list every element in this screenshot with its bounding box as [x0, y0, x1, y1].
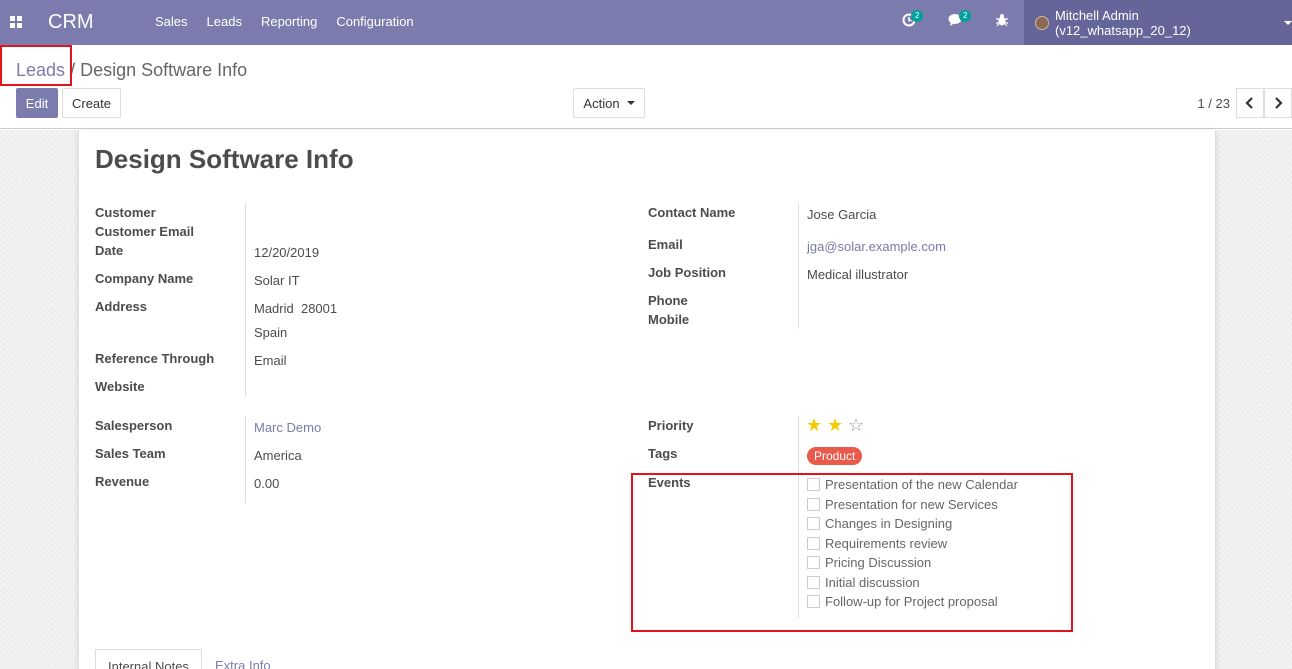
value-contact-name[interactable]: Jose Garcia [807, 207, 876, 222]
edit-button[interactable]: Edit [16, 88, 58, 118]
value-email-link[interactable]: jga@solar.example.com [807, 239, 946, 254]
messages-count-badge: 2 [959, 10, 972, 22]
label-website: Website [95, 379, 145, 394]
caret-down-icon [626, 101, 635, 105]
action-label: Action [583, 95, 620, 111]
menu-item-reporting[interactable]: Reporting [261, 14, 317, 29]
pager-next-button[interactable] [1264, 88, 1292, 118]
value-company-name[interactable]: Solar IT [254, 273, 300, 288]
label-sales-team: Sales Team [95, 446, 166, 461]
pager-previous-button[interactable] [1236, 88, 1264, 118]
label-reference-through: Reference Through [95, 351, 215, 366]
label-mobile: Mobile [648, 312, 690, 327]
label-contact-name: Contact Name [648, 205, 736, 220]
label-company-name: Company Name [95, 271, 194, 286]
highlight-box-events [631, 473, 1073, 632]
action-dropdown-button[interactable]: Action [573, 88, 645, 118]
avatar [1035, 15, 1049, 30]
label-address: Address [95, 299, 148, 314]
value-date[interactable]: 12/20/2019 [254, 245, 319, 260]
label-date: Date [95, 243, 124, 258]
value-revenue[interactable]: 0.00 [254, 476, 279, 491]
activity-count-badge: 2 [911, 10, 924, 22]
label-phone: Phone [648, 293, 688, 308]
label-job-position: Job Position [648, 265, 726, 280]
divider [245, 416, 246, 503]
tab-internal-notes[interactable]: Internal Notes [95, 649, 202, 669]
tag-badge[interactable]: Product [807, 447, 863, 465]
tab-extra-info[interactable]: Extra Info [203, 649, 283, 669]
divider [245, 203, 246, 396]
menu-item-sales[interactable]: Sales [155, 14, 188, 29]
chevron-down-icon [1284, 20, 1292, 25]
value-address-city[interactable]: Madrid 28001 [254, 301, 337, 316]
label-tags: Tags [648, 446, 678, 461]
value-reference-through[interactable]: Email [254, 353, 287, 368]
breadcrumb-current: Design Software Info [80, 60, 248, 80]
highlight-box-breadcrumb [0, 45, 72, 86]
label-revenue: Revenue [95, 474, 150, 489]
top-navbar: CRM Sales Leads Reporting Configuration … [0, 0, 1292, 45]
value-job-position[interactable]: Medical illustrator [807, 267, 908, 282]
priority-star-2-icon[interactable]: ★ [827, 415, 843, 435]
label-customer: Customer [95, 205, 156, 220]
app-brand[interactable]: CRM [48, 11, 94, 34]
main-menu: Sales Leads Reporting Configuration [155, 14, 433, 29]
activity-icon[interactable]: 2 [902, 10, 924, 30]
debug-bug-icon[interactable] [996, 13, 1008, 30]
divider [798, 203, 799, 329]
control-panel: Leads / Design Software Info Edit Create… [0, 45, 1292, 129]
value-sales-team[interactable]: America [254, 448, 302, 463]
menu-item-configuration[interactable]: Configuration [336, 14, 413, 29]
pager-value[interactable]: 1 / 23 [1197, 96, 1230, 111]
value-address-country[interactable]: Spain [254, 325, 287, 340]
record-title: Design Software Info [95, 144, 354, 174]
label-salesperson: Salesperson [95, 418, 173, 433]
priority-star-3-icon[interactable]: ☆ [848, 415, 864, 435]
apps-menu-icon[interactable] [10, 16, 22, 28]
priority-star-1-icon[interactable]: ★ [806, 415, 822, 435]
label-priority: Priority [648, 418, 694, 433]
label-customer-email: Customer Email [95, 224, 194, 239]
user-menu[interactable]: Mitchell Admin (v12_whatsapp_20_12) [1024, 0, 1292, 45]
messages-icon[interactable]: 2 [948, 10, 972, 30]
label-email: Email [648, 237, 683, 252]
user-name: Mitchell Admin (v12_whatsapp_20_12) [1054, 7, 1191, 38]
create-button[interactable]: Create [62, 88, 121, 118]
value-salesperson-link[interactable]: Marc Demo [254, 420, 321, 435]
menu-item-leads[interactable]: Leads [207, 14, 242, 29]
